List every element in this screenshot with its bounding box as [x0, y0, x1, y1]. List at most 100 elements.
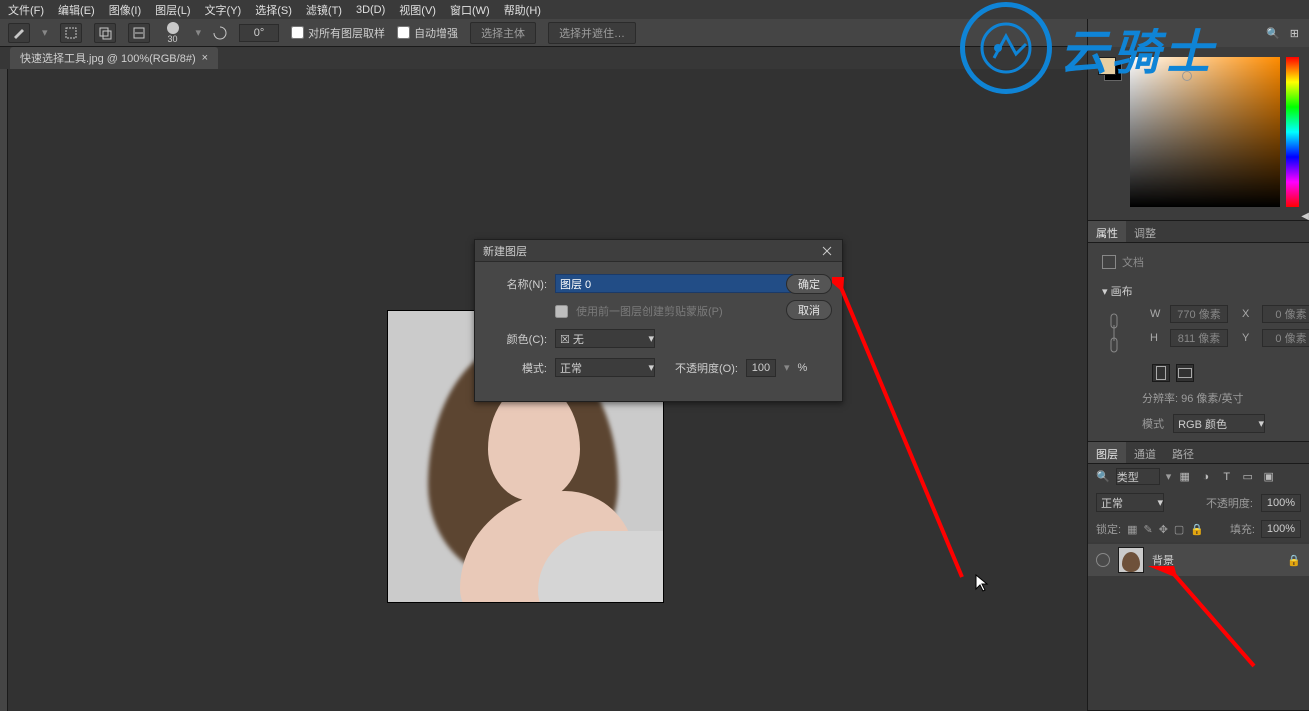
- document-tab-label: 快速选择工具.jpg @ 100%(RGB/8#): [20, 50, 196, 66]
- layer-name: 背景: [1152, 552, 1174, 568]
- fill-label: 填充:: [1230, 521, 1255, 537]
- layer-row-background[interactable]: 背景 🔒: [1088, 544, 1309, 576]
- select-and-mask-button[interactable]: 选择并遮住…: [548, 22, 636, 44]
- watermark-text: 云骑士: [1060, 13, 1216, 83]
- tab-adjustments[interactable]: 调整: [1126, 221, 1164, 242]
- lock-pixels-icon[interactable]: ▦: [1127, 523, 1137, 536]
- filter-smart-icon[interactable]: ▣: [1261, 469, 1276, 484]
- menu-window[interactable]: 窗口(W): [450, 2, 490, 18]
- sample-all-layers-check[interactable]: 对所有图层取样: [291, 25, 385, 41]
- menu-layer[interactable]: 图层(L): [155, 2, 190, 18]
- brush-size-picker[interactable]: 30: [162, 22, 184, 44]
- opacity-label: 不透明度(O):: [675, 360, 738, 376]
- clip-mask-label: 使用前一图层创建剪贴蒙版(P): [576, 303, 723, 319]
- document-label: 文档: [1122, 254, 1144, 270]
- fill-field[interactable]: [1261, 520, 1301, 538]
- color-label: 颜色(C):: [487, 331, 547, 347]
- annotation-arrow-layer: [1144, 566, 1274, 676]
- layers-panel: 图层 通道 路径 🔍 ▾ ▦ ◑ T ▭ ▣ 正常▾ 不透明度: 锁定: ▦ ✎…: [1088, 442, 1309, 711]
- menu-help[interactable]: 帮助(H): [504, 2, 541, 18]
- cancel-button[interactable]: 取消: [786, 300, 832, 320]
- name-label: 名称(N):: [487, 276, 547, 292]
- y-field[interactable]: [1262, 329, 1309, 347]
- width-field[interactable]: [1170, 305, 1228, 323]
- ok-button[interactable]: 确定: [786, 274, 832, 294]
- orientation-portrait-icon[interactable]: [1152, 364, 1170, 382]
- annotation-arrow-ok: [832, 277, 972, 587]
- mouse-cursor-icon: [975, 574, 989, 592]
- tab-properties[interactable]: 属性: [1088, 221, 1126, 242]
- color-slider-caret-icon: ◀: [1301, 211, 1309, 222]
- opacity-input[interactable]: [746, 359, 776, 377]
- lock-icon: 🔒: [1287, 554, 1301, 567]
- filter-pixel-icon[interactable]: ▦: [1177, 469, 1192, 484]
- search-icon[interactable]: 🔍: [1266, 27, 1280, 40]
- document-icon: [1102, 255, 1116, 269]
- brush-angle-icon[interactable]: [213, 26, 227, 40]
- brush-angle-field[interactable]: [239, 24, 279, 42]
- close-icon[interactable]: ×: [202, 52, 208, 64]
- tool-preset-icon[interactable]: [8, 23, 30, 43]
- workspace: 新建图层 名称(N): 使用前一图层创建剪贴蒙版(P) 颜色(C): ☒ 无▾: [0, 69, 1087, 711]
- add-selection-icon[interactable]: [94, 23, 116, 43]
- new-layer-dialog: 新建图层 名称(N): 使用前一图层创建剪贴蒙版(P) 颜色(C): ☒ 无▾: [474, 239, 843, 402]
- close-icon: [822, 246, 832, 256]
- document-tab[interactable]: 快速选择工具.jpg @ 100%(RGB/8#) ×: [10, 47, 218, 69]
- brush-dot-icon: [167, 22, 179, 34]
- mode-select[interactable]: 正常▾: [555, 358, 655, 377]
- menu-image[interactable]: 图像(I): [109, 2, 141, 18]
- left-tool-strip[interactable]: [0, 69, 8, 711]
- filter-type-icon[interactable]: T: [1219, 469, 1234, 484]
- menu-type[interactable]: 文字(Y): [205, 2, 242, 18]
- dialog-title: 新建图层: [483, 243, 527, 259]
- color-select[interactable]: ☒ 无▾: [555, 329, 655, 348]
- layer-filter-row: 🔍 ▾ ▦ ◑ T ▭ ▣: [1088, 464, 1309, 489]
- dialog-close-button[interactable]: [820, 244, 834, 258]
- tab-channels[interactable]: 通道: [1126, 442, 1164, 463]
- menu-edit[interactable]: 编辑(E): [58, 2, 95, 18]
- layer-opacity-label: 不透明度:: [1206, 495, 1253, 511]
- new-selection-icon[interactable]: [60, 23, 82, 43]
- menu-filter[interactable]: 滤镜(T): [306, 2, 342, 18]
- layer-name-input[interactable]: [555, 274, 793, 293]
- subtract-selection-icon[interactable]: [128, 23, 150, 43]
- opacity-unit: %: [797, 362, 807, 374]
- dialog-title-bar[interactable]: 新建图层: [475, 240, 842, 262]
- workspace-grid-icon[interactable]: ⊞: [1290, 27, 1299, 40]
- layer-list: 背景 🔒: [1088, 542, 1309, 710]
- height-field[interactable]: [1170, 329, 1228, 347]
- link-icon[interactable]: [1108, 313, 1120, 353]
- menu-3d[interactable]: 3D(D): [356, 4, 385, 16]
- layer-opacity-field[interactable]: [1261, 494, 1301, 512]
- layer-thumbnail[interactable]: [1118, 547, 1144, 573]
- lock-brush-icon[interactable]: ✎: [1143, 523, 1152, 536]
- layer-filter-type[interactable]: [1116, 468, 1160, 485]
- hue-slider[interactable]: [1286, 57, 1299, 207]
- menu-select[interactable]: 选择(S): [255, 2, 292, 18]
- menu-file[interactable]: 文件(F): [8, 2, 44, 18]
- watermark-logo-icon: [960, 2, 1052, 94]
- properties-panel: 属性 调整 文档 ▾ 画布 WX HY 分辨率: 96 像素/英: [1088, 221, 1309, 442]
- mode-label: 模式:: [487, 360, 547, 376]
- orientation-landscape-icon[interactable]: [1176, 364, 1194, 382]
- lock-nest-icon[interactable]: ▢: [1174, 523, 1184, 536]
- auto-enhance-check[interactable]: 自动增强: [397, 25, 458, 41]
- tab-paths[interactable]: 路径: [1164, 442, 1202, 463]
- visibility-toggle-icon[interactable]: [1096, 553, 1110, 567]
- filter-adjust-icon[interactable]: ◑: [1198, 469, 1213, 484]
- x-field[interactable]: [1262, 305, 1309, 323]
- watermark: 云骑士: [960, 2, 1216, 94]
- color-mode-label: 模式: [1142, 419, 1164, 431]
- select-subject-button[interactable]: 选择主体: [470, 22, 536, 44]
- lock-position-icon[interactable]: ✥: [1159, 523, 1168, 536]
- color-mode-select[interactable]: RGB 颜色▾: [1173, 414, 1265, 433]
- canvas-section-label: 画布: [1111, 286, 1133, 298]
- blend-mode-select[interactable]: 正常▾: [1096, 493, 1164, 512]
- lock-label: 锁定:: [1096, 521, 1121, 537]
- clip-mask-check: [555, 305, 568, 318]
- filter-shape-icon[interactable]: ▭: [1240, 469, 1255, 484]
- menu-view[interactable]: 视图(V): [399, 2, 436, 18]
- tab-layers[interactable]: 图层: [1088, 442, 1126, 463]
- lock-all-icon[interactable]: 🔒: [1190, 523, 1204, 536]
- right-panel-column: 🔍 ⊞ ◀ 属性 调整 文档 ▾ 画布: [1087, 19, 1309, 711]
